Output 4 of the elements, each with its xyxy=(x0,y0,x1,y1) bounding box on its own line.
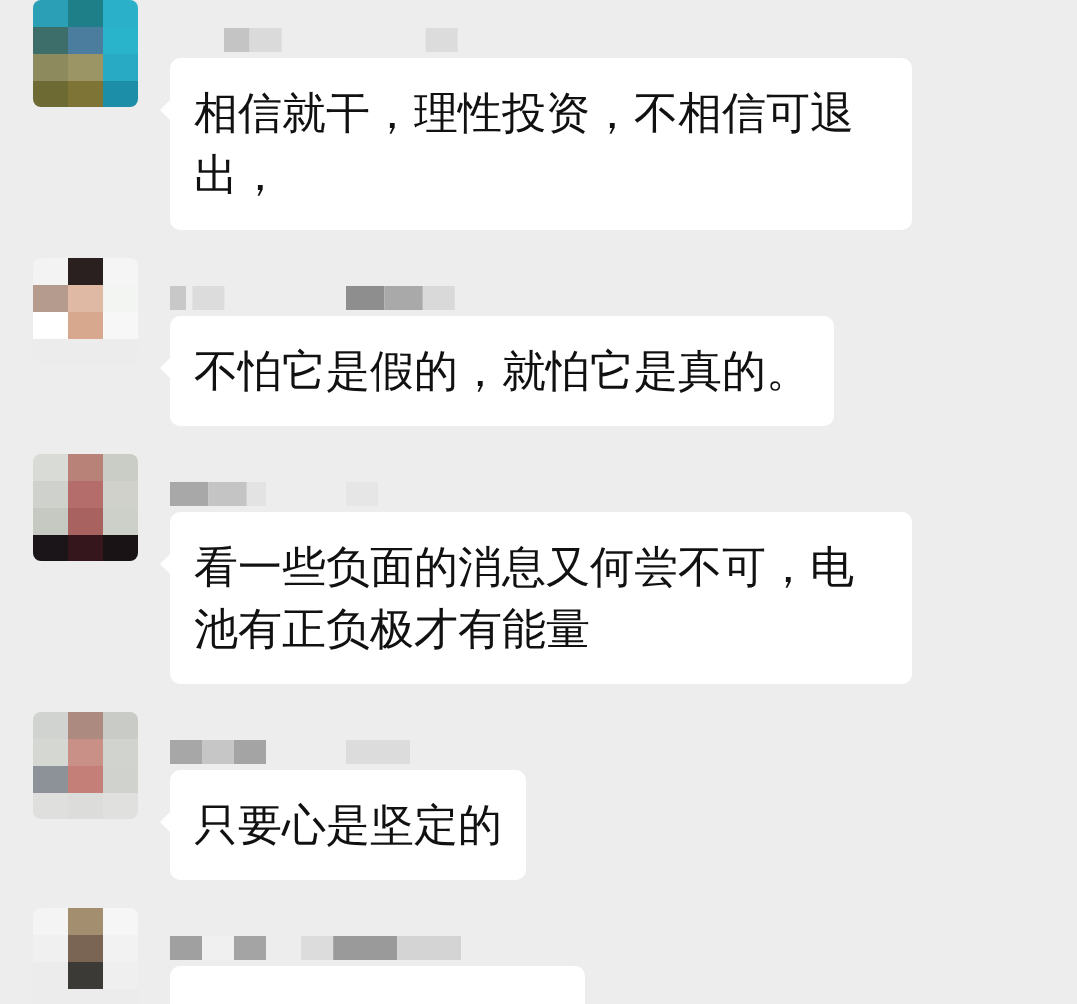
message-bubble: 只要心是坚定的 xyxy=(170,770,526,880)
message-bubble: 看一些负面的消息又何尝不可，电池有正负极才有能量 xyxy=(170,512,912,684)
message-bubble: 相信就干，理性投资，不相信可退出， xyxy=(170,58,912,230)
message-bubble: 不怕它是假的，就怕它是真的。 xyxy=(170,316,834,426)
